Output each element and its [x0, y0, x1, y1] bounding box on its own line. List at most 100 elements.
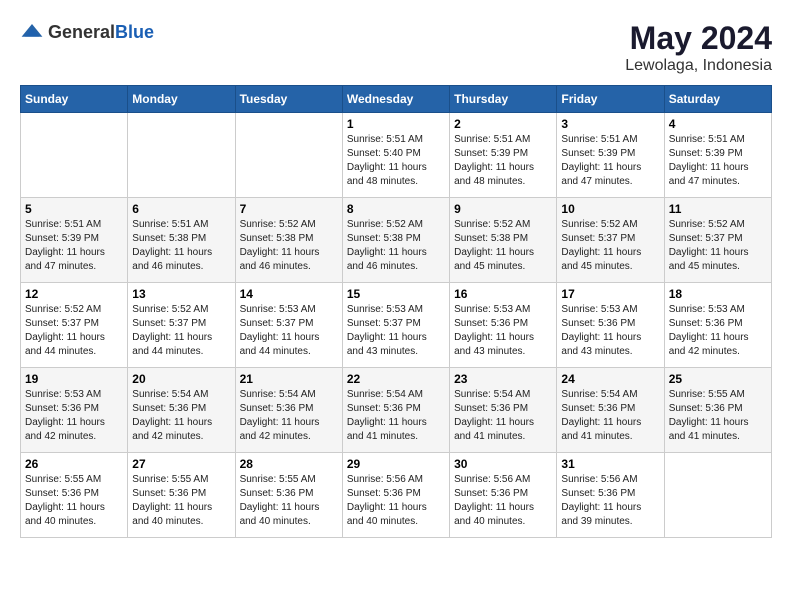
calendar-cell: 8 Sunrise: 5:52 AM Sunset: 5:38 PM Daylig…: [342, 198, 449, 283]
calendar-cell: 26 Sunrise: 5:55 AM Sunset: 5:36 PM Dayli…: [21, 453, 128, 538]
day-number: 31: [561, 457, 659, 471]
day-info: Sunrise: 5:55 AM Sunset: 5:36 PM Dayligh…: [669, 388, 767, 444]
calendar-cell: 1 Sunrise: 5:51 AM Sunset: 5:40 PM Daylig…: [342, 113, 449, 198]
day-info: Sunrise: 5:53 AM Sunset: 5:36 PM Dayligh…: [669, 303, 767, 359]
day-info: Sunrise: 5:55 AM Sunset: 5:36 PM Dayligh…: [132, 473, 230, 529]
location-label: Lewolaga, Indonesia: [625, 57, 772, 75]
day-info: Sunrise: 5:54 AM Sunset: 5:36 PM Dayligh…: [132, 388, 230, 444]
day-number: 9: [454, 202, 552, 216]
day-number: 18: [669, 287, 767, 301]
logo: GeneralBlue: [20, 20, 154, 44]
day-number: 22: [347, 372, 445, 386]
calendar-week-row: 19 Sunrise: 5:53 AM Sunset: 5:36 PM Dayli…: [21, 368, 772, 453]
day-of-week-header: Saturday: [664, 86, 771, 113]
day-number: 23: [454, 372, 552, 386]
day-number: 13: [132, 287, 230, 301]
calendar-cell: 28 Sunrise: 5:55 AM Sunset: 5:36 PM Dayli…: [235, 453, 342, 538]
day-number: 20: [132, 372, 230, 386]
calendar-cell: 22Sunrise: 5:54 AM Sunset: 5:36 PM Dayli…: [342, 368, 449, 453]
day-info: Sunrise: 5:52 AM Sunset: 5:37 PM Dayligh…: [25, 303, 123, 359]
day-info: Sunrise: 5:52 AM Sunset: 5:37 PM Dayligh…: [561, 218, 659, 274]
day-number: 19: [25, 372, 123, 386]
day-info: Sunrise: 5:51 AM Sunset: 5:38 PM Dayligh…: [132, 218, 230, 274]
day-info: Sunrise: 5:53 AM Sunset: 5:36 PM Dayligh…: [25, 388, 123, 444]
day-of-week-header: Friday: [557, 86, 664, 113]
day-number: 15: [347, 287, 445, 301]
day-number: 17: [561, 287, 659, 301]
calendar-week-row: 5Sunrise: 5:51 AM Sunset: 5:39 PM Daylig…: [21, 198, 772, 283]
day-number: 5: [25, 202, 123, 216]
day-info: Sunrise: 5:55 AM Sunset: 5:36 PM Dayligh…: [25, 473, 123, 529]
calendar-cell: 21 Sunrise: 5:54 AM Sunset: 5:36 PM Dayli…: [235, 368, 342, 453]
page-header: GeneralBlue May 2024 Lewolaga, Indonesia: [20, 20, 772, 75]
calendar-cell: 29 Sunrise: 5:56 AM Sunset: 5:36 PM Dayli…: [342, 453, 449, 538]
day-of-week-header: Thursday: [450, 86, 557, 113]
day-number: 11: [669, 202, 767, 216]
day-info: Sunrise: 5:51 AM Sunset: 5:39 PM Dayligh…: [561, 133, 659, 189]
day-number: 2: [454, 117, 552, 131]
day-info: Sunrise: 5:53 AM Sunset: 5:37 PM Dayligh…: [347, 303, 445, 359]
day-number: 25: [669, 372, 767, 386]
calendar-cell: 6Sunrise: 5:51 AM Sunset: 5:38 PM Daylig…: [128, 198, 235, 283]
day-number: 21: [240, 372, 338, 386]
day-info: Sunrise: 5:54 AM Sunset: 5:36 PM Dayligh…: [240, 388, 338, 444]
day-info: Sunrise: 5:53 AM Sunset: 5:37 PM Dayligh…: [240, 303, 338, 359]
day-number: 4: [669, 117, 767, 131]
day-number: 7: [240, 202, 338, 216]
day-info: Sunrise: 5:51 AM Sunset: 5:40 PM Dayligh…: [347, 133, 445, 189]
day-number: 29: [347, 457, 445, 471]
day-number: 14: [240, 287, 338, 301]
calendar-cell: 11 Sunrise: 5:52 AM Sunset: 5:37 PM Dayli…: [664, 198, 771, 283]
day-info: Sunrise: 5:52 AM Sunset: 5:38 PM Dayligh…: [240, 218, 338, 274]
calendar-cell: 9 Sunrise: 5:52 AM Sunset: 5:38 PM Daylig…: [450, 198, 557, 283]
day-info: Sunrise: 5:52 AM Sunset: 5:38 PM Dayligh…: [454, 218, 552, 274]
day-number: 16: [454, 287, 552, 301]
day-info: Sunrise: 5:53 AM Sunset: 5:36 PM Dayligh…: [561, 303, 659, 359]
day-info: Sunrise: 5:52 AM Sunset: 5:37 PM Dayligh…: [132, 303, 230, 359]
calendar-cell: [235, 113, 342, 198]
day-number: 3: [561, 117, 659, 131]
calendar-week-row: 1 Sunrise: 5:51 AM Sunset: 5:40 PM Daylig…: [21, 113, 772, 198]
day-info: Sunrise: 5:52 AM Sunset: 5:37 PM Dayligh…: [669, 218, 767, 274]
calendar-cell: [128, 113, 235, 198]
logo-icon: [20, 20, 44, 44]
calendar-week-row: 26 Sunrise: 5:55 AM Sunset: 5:36 PM Dayli…: [21, 453, 772, 538]
calendar-cell: 24 Sunrise: 5:54 AM Sunset: 5:36 PM Dayli…: [557, 368, 664, 453]
calendar-cell: 14 Sunrise: 5:53 AM Sunset: 5:37 PM Dayli…: [235, 283, 342, 368]
day-number: 28: [240, 457, 338, 471]
calendar-table: SundayMondayTuesdayWednesdayThursdayFrid…: [20, 85, 772, 538]
day-info: Sunrise: 5:54 AM Sunset: 5:36 PM Dayligh…: [454, 388, 552, 444]
calendar-cell: 19 Sunrise: 5:53 AM Sunset: 5:36 PM Dayli…: [21, 368, 128, 453]
day-of-week-header: Monday: [128, 86, 235, 113]
calendar-cell: 17 Sunrise: 5:53 AM Sunset: 5:36 PM Dayli…: [557, 283, 664, 368]
calendar-cell: 4Sunrise: 5:51 AM Sunset: 5:39 PM Daylig…: [664, 113, 771, 198]
day-info: Sunrise: 5:56 AM Sunset: 5:36 PM Dayligh…: [454, 473, 552, 529]
day-number: 30: [454, 457, 552, 471]
calendar-cell: 23 Sunrise: 5:54 AM Sunset: 5:36 PM Dayli…: [450, 368, 557, 453]
calendar-cell: 20 Sunrise: 5:54 AM Sunset: 5:36 PM Dayli…: [128, 368, 235, 453]
day-number: 8: [347, 202, 445, 216]
calendar-cell: 18 Sunrise: 5:53 AM Sunset: 5:36 PM Dayli…: [664, 283, 771, 368]
calendar-cell: 3 Sunrise: 5:51 AM Sunset: 5:39 PM Daylig…: [557, 113, 664, 198]
day-number: 1: [347, 117, 445, 131]
day-of-week-header: Wednesday: [342, 86, 449, 113]
calendar-cell: 13 Sunrise: 5:52 AM Sunset: 5:37 PM Dayli…: [128, 283, 235, 368]
day-number: 24: [561, 372, 659, 386]
calendar-cell: 5Sunrise: 5:51 AM Sunset: 5:39 PM Daylig…: [21, 198, 128, 283]
calendar-cell: 12Sunrise: 5:52 AM Sunset: 5:37 PM Dayli…: [21, 283, 128, 368]
day-info: Sunrise: 5:51 AM Sunset: 5:39 PM Dayligh…: [454, 133, 552, 189]
day-info: Sunrise: 5:54 AM Sunset: 5:36 PM Dayligh…: [561, 388, 659, 444]
calendar-cell: [664, 453, 771, 538]
day-info: Sunrise: 5:53 AM Sunset: 5:36 PM Dayligh…: [454, 303, 552, 359]
month-year-title: May 2024: [625, 20, 772, 57]
calendar-cell: 15 Sunrise: 5:53 AM Sunset: 5:37 PM Dayli…: [342, 283, 449, 368]
calendar-cell: 7 Sunrise: 5:52 AM Sunset: 5:38 PM Daylig…: [235, 198, 342, 283]
day-info: Sunrise: 5:52 AM Sunset: 5:38 PM Dayligh…: [347, 218, 445, 274]
day-number: 26: [25, 457, 123, 471]
day-info: Sunrise: 5:56 AM Sunset: 5:36 PM Dayligh…: [347, 473, 445, 529]
day-info: Sunrise: 5:55 AM Sunset: 5:36 PM Dayligh…: [240, 473, 338, 529]
logo-text: GeneralBlue: [48, 22, 154, 43]
calendar-week-row: 12Sunrise: 5:52 AM Sunset: 5:37 PM Dayli…: [21, 283, 772, 368]
day-of-week-header: Tuesday: [235, 86, 342, 113]
calendar-cell: 27Sunrise: 5:55 AM Sunset: 5:36 PM Dayli…: [128, 453, 235, 538]
